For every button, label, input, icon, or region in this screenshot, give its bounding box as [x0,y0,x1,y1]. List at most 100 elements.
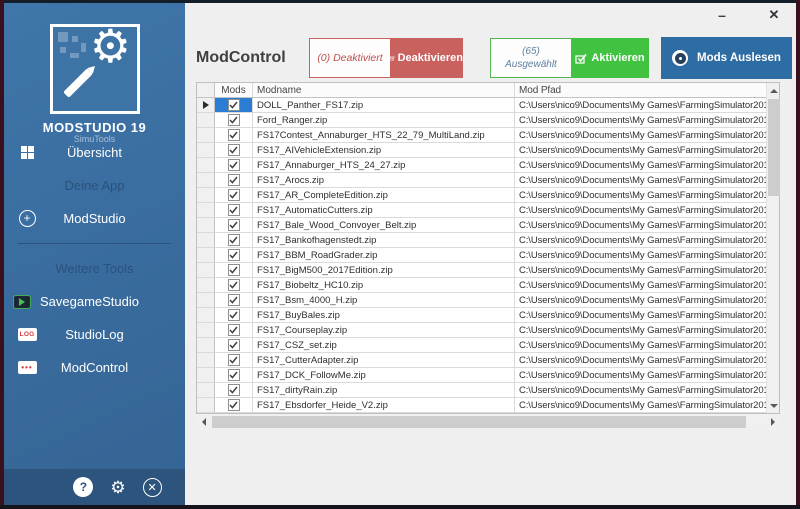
mod-checkbox-cell[interactable] [215,353,253,367]
mod-checkbox-cell[interactable] [215,173,253,187]
sidebar-item-studiolog[interactable]: LOG StudioLog [4,318,185,351]
table-row[interactable]: FS17_BuyBales.zipC:\Users\nico9\Document… [197,308,766,323]
checkbox-icon[interactable] [228,309,240,321]
table-row[interactable]: Ford_Ranger.zipC:\Users\nico9\Documents\… [197,113,766,128]
table-row[interactable]: FS17Contest_Annaburger_HTS_22_79_MultiLa… [197,128,766,143]
v-scrollbar[interactable] [766,83,779,413]
table-row[interactable]: FS17_AIVehicleExtension.zipC:\Users\nico… [197,143,766,158]
checkbox-icon[interactable] [228,369,240,381]
column-header-modname[interactable]: Modname [253,83,515,97]
scroll-down-button[interactable] [767,398,781,413]
close-button[interactable]: ✕ [764,5,784,25]
mod-name-cell: FS17_AutomaticCutters.zip [253,203,515,217]
table-row[interactable]: FS17_Arocs.zipC:\Users\nico9\Documents\M… [197,173,766,188]
table-row[interactable]: FS17_Ebsdorfer_Heide_V2.zipC:\Users\nico… [197,398,766,413]
sidebar-divider [18,243,171,244]
checkbox-icon[interactable] [228,234,240,246]
table-row[interactable]: FS17_Bankofhagenstedt.zipC:\Users\nico9\… [197,233,766,248]
table-row[interactable]: FS17_AutomaticCutters.zipC:\Users\nico9\… [197,203,766,218]
checkbox-icon[interactable] [228,99,240,111]
checkbox-icon[interactable] [228,204,240,216]
checkbox-icon[interactable] [228,144,240,156]
checkbox-icon[interactable] [228,339,240,351]
settings-gear-icon[interactable]: ⚙ [110,479,125,496]
read-mods-button[interactable]: Mods Auslesen [661,37,792,79]
mod-checkbox-cell[interactable] [215,158,253,172]
checkbox-icon[interactable] [228,324,240,336]
table-row[interactable]: FS17_CSZ_set.zipC:\Users\nico9\Documents… [197,338,766,353]
mod-checkbox-cell[interactable] [215,323,253,337]
dots-icon: ••• [18,361,37,374]
row-indicator-cell [197,248,215,262]
table-row[interactable]: FS17_Bsm_4000_H.zipC:\Users\nico9\Docume… [197,293,766,308]
table-row[interactable]: FS17_BigM500_2017Edition.zipC:\Users\nic… [197,263,766,278]
row-indicator-cell [197,188,215,202]
mod-name-cell: FS17_Biobeltz_HC10.zip [253,278,515,292]
mod-path-cell: C:\Users\nico9\Documents\My Games\Farmin… [515,173,766,187]
checkbox-icon[interactable] [228,399,240,411]
logo-pattern [58,32,68,42]
help-icon[interactable]: ? [73,477,93,497]
mod-checkbox-cell[interactable] [215,143,253,157]
table-row[interactable]: DOLL_Panther_FS17.zipC:\Users\nico9\Docu… [197,98,766,113]
sidebar-item-modcontrol[interactable]: ••• ModControl [4,351,185,384]
column-header-modpfad[interactable]: Mod Pfad [515,83,766,97]
checkbox-icon[interactable] [228,279,240,291]
checkbox-icon[interactable] [228,354,240,366]
checkbox-icon[interactable] [228,114,240,126]
checkbox-icon[interactable] [228,219,240,231]
checkbox-icon[interactable] [228,264,240,276]
mod-name-cell: DOLL_Panther_FS17.zip [253,98,515,112]
mod-checkbox-cell[interactable] [215,233,253,247]
mod-checkbox-cell[interactable] [215,218,253,232]
mod-checkbox-cell[interactable] [215,188,253,202]
mod-path-cell: C:\Users\nico9\Documents\My Games\Farmin… [515,113,766,127]
mod-checkbox-cell[interactable] [215,263,253,277]
scroll-up-button[interactable] [767,83,781,98]
mod-checkbox-cell[interactable] [215,293,253,307]
table-row[interactable]: FS17_AR_CompleteEdition.zipC:\Users\nico… [197,188,766,203]
mod-checkbox-cell[interactable] [215,338,253,352]
mod-checkbox-cell[interactable] [215,398,253,412]
checkbox-icon[interactable] [228,174,240,186]
h-scrollbar[interactable] [196,414,780,429]
mod-checkbox-cell[interactable] [215,278,253,292]
logo-pattern [70,53,79,58]
activate-button[interactable]: Aktivieren [571,38,649,78]
table-row[interactable]: FS17_dirtyRain.zipC:\Users\nico9\Documen… [197,383,766,398]
mod-checkbox-cell[interactable] [215,203,253,217]
checkbox-icon[interactable] [228,294,240,306]
mod-name-cell: FS17_CSZ_set.zip [253,338,515,352]
mod-path-cell: C:\Users\nico9\Documents\My Games\Farmin… [515,98,766,112]
table-row[interactable]: FS17_BBM_RoadGrader.zipC:\Users\nico9\Do… [197,248,766,263]
checkbox-icon[interactable] [228,129,240,141]
mod-checkbox-cell[interactable] [215,128,253,142]
table-row[interactable]: FS17_Biobeltz_HC10.zipC:\Users\nico9\Doc… [197,278,766,293]
table-row[interactable]: FS17_Bale_Wood_Convoyer_Belt.zipC:\Users… [197,218,766,233]
checkbox-icon[interactable] [228,249,240,261]
mod-checkbox-cell[interactable] [215,368,253,382]
sidebar-item-modstudio[interactable]: + ModStudio [4,202,185,235]
table-row[interactable]: FS17_DCK_FollowMe.zipC:\Users\nico9\Docu… [197,368,766,383]
table-row[interactable]: FS17_Courseplay.zipC:\Users\nico9\Docume… [197,323,766,338]
v-scroll-thumb[interactable] [768,99,780,196]
exit-icon[interactable]: ✕ [143,478,162,497]
mod-checkbox-cell[interactable] [215,383,253,397]
mod-checkbox-cell[interactable] [215,113,253,127]
checkbox-icon[interactable] [228,189,240,201]
mod-checkbox-cell[interactable] [215,308,253,322]
checkbox-icon[interactable] [228,384,240,396]
scroll-right-button[interactable] [765,414,780,429]
column-header-mods[interactable]: Mods [215,83,253,97]
mod-checkbox-cell[interactable] [215,248,253,262]
sidebar-item-uebersicht[interactable]: Übersicht [4,136,185,169]
minimize-button[interactable]: – [712,5,732,25]
table-row[interactable]: FS17_Annaburger_HTS_24_27.zipC:\Users\ni… [197,158,766,173]
table-row[interactable]: FS17_CutterAdapter.zipC:\Users\nico9\Doc… [197,353,766,368]
mod-checkbox-cell[interactable] [215,98,253,112]
scroll-left-button[interactable] [196,414,211,429]
deactivate-button[interactable]: Deaktivieren [390,38,463,78]
sidebar-item-savegamestudio[interactable]: SavegameStudio [4,285,185,318]
checkbox-icon[interactable] [228,159,240,171]
h-scroll-thumb[interactable] [212,416,746,428]
